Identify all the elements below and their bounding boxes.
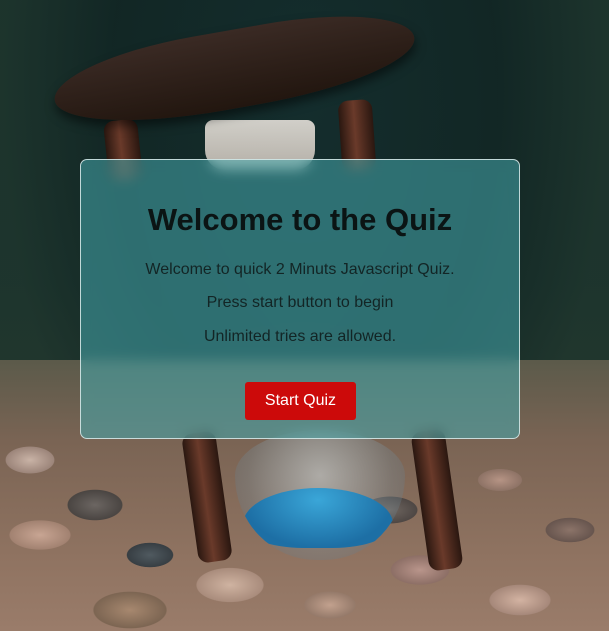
start-quiz-button[interactable]: Start Quiz: [245, 382, 356, 420]
hourglass-sand: [243, 488, 393, 548]
quiz-welcome-card: Welcome to the Quiz Welcome to quick 2 M…: [80, 159, 520, 439]
quiz-title: Welcome to the Quiz: [147, 202, 453, 237]
quiz-instruction-text: Press start button to begin: [206, 294, 394, 311]
quiz-tries-text: Unlimited tries are allowed.: [203, 328, 397, 345]
quiz-intro-text: Welcome to quick 2 Minuts Javascript Qui…: [145, 261, 455, 278]
